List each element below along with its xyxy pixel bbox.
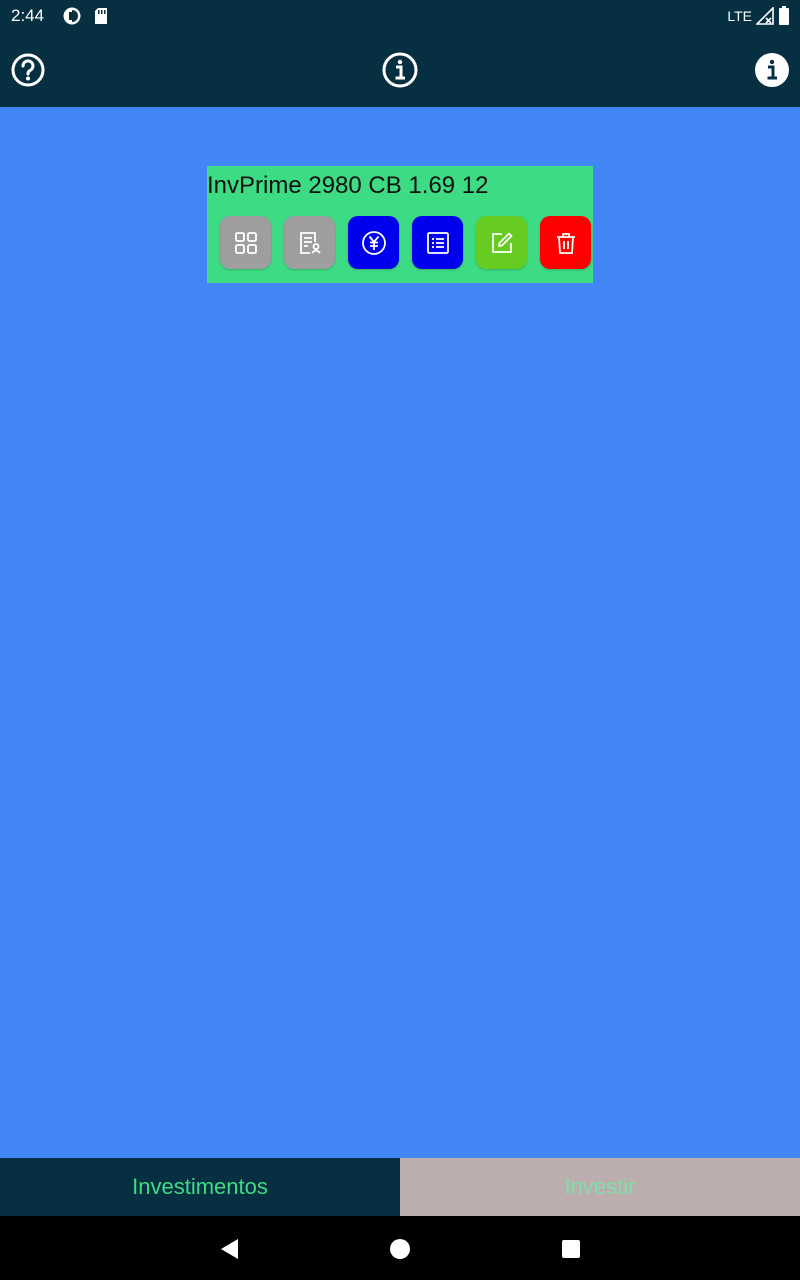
status-notification-icons <box>62 7 108 25</box>
tab-investimentos[interactable]: Investimentos <box>0 1158 400 1216</box>
help-button[interactable] <box>10 52 46 88</box>
info-icon <box>382 52 418 88</box>
details-button[interactable] <box>220 216 271 269</box>
about-button[interactable] <box>754 52 790 88</box>
history-button[interactable] <box>412 216 463 269</box>
info-filled-icon <box>755 53 789 87</box>
grid-icon <box>234 231 257 254</box>
tab-investir[interactable]: Investir <box>400 1158 800 1216</box>
yield-button[interactable] <box>348 216 399 269</box>
recents-icon <box>562 1240 580 1258</box>
edit-button[interactable] <box>476 216 527 269</box>
system-nav-bar <box>0 1216 800 1280</box>
help-icon <box>11 53 45 87</box>
investment-card[interactable]: InvPrime 2980 CB 1.69 12 <box>207 166 593 283</box>
investment-title: InvPrime 2980 CB 1.69 12 <box>207 172 489 199</box>
app-notification-icon <box>63 7 81 25</box>
edit-icon <box>491 232 512 253</box>
delete-button[interactable] <box>540 216 591 269</box>
signal-icon <box>756 7 774 25</box>
trash-icon <box>556 232 575 254</box>
home-icon <box>390 1239 410 1259</box>
sd-card-icon <box>95 8 107 24</box>
recents-button[interactable] <box>556 1234 586 1264</box>
status-time: 2:44 <box>11 6 45 25</box>
back-button[interactable] <box>214 1234 244 1264</box>
home-button[interactable] <box>385 1234 415 1264</box>
report-button[interactable] <box>284 216 335 269</box>
battery-icon <box>779 6 789 25</box>
bottom-nav: Investimentos Investir <box>0 1158 800 1216</box>
status-bar: 2:44 LTE <box>0 0 800 32</box>
network-type: LTE <box>727 8 752 24</box>
status-right-group: LTE <box>727 6 790 26</box>
info-button[interactable] <box>382 52 418 88</box>
back-icon <box>221 1239 238 1259</box>
document-user-icon <box>299 231 321 254</box>
list-icon <box>426 231 449 254</box>
investments-list: InvPrime 2980 CB 1.69 12 <box>0 107 800 1158</box>
yen-icon <box>361 230 386 255</box>
app-bar <box>0 32 800 107</box>
